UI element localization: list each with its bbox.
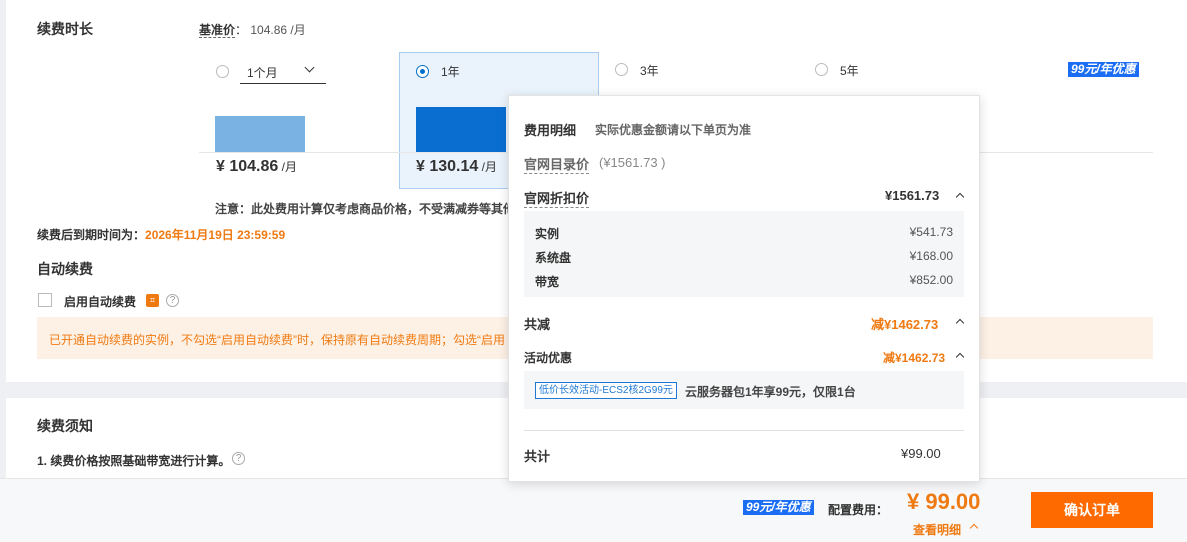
- option-5-years-label: 5年: [840, 64, 859, 78]
- renewal-notes-title: 续费须知: [37, 418, 93, 434]
- base-price: 基准价： 104.86 /月: [199, 21, 306, 38]
- renewal-note-item: 1. 续费价格按照基础带宽进行计算。: [37, 454, 231, 468]
- list-price-value: (¥1561.73 ): [599, 155, 666, 170]
- radio-5-years[interactable]: [815, 63, 828, 76]
- price-bar-1-year: [416, 107, 506, 152]
- expiry-label: 续费后到期时间为：: [37, 228, 146, 242]
- price-1-year-unit: /月: [478, 160, 497, 174]
- item-disk-value: ¥168.00: [909, 249, 953, 263]
- fee-detail-title: 费用明细: [524, 123, 577, 138]
- auto-renew-label: 启用自动续费: [64, 295, 137, 309]
- month-dropdown[interactable]: 1个月: [240, 60, 326, 84]
- item-instance-name: 实例: [535, 227, 560, 241]
- price-1-month-value: ¥ 104.86: [216, 158, 279, 175]
- total-reduce-label: 共减: [524, 317, 551, 332]
- base-price-value: 104.86 /月: [250, 23, 306, 37]
- footer-promo-badge: 99元/年优惠: [743, 500, 814, 515]
- price-1-month: ¥ 104.86 /月: [216, 158, 297, 176]
- option-3-years-label: 3年: [640, 64, 659, 78]
- discount-tag-icon: ⌗: [146, 294, 159, 307]
- auto-renew-notice-text: 已开通自动续费的实例，不勾选“启用自动续费”时，保持原有自动续费周期；勾选“启用: [49, 333, 505, 347]
- promo-badge: 99元/年优惠: [1068, 62, 1139, 77]
- activity-value: 减¥1462.73: [883, 351, 946, 365]
- price-1-month-unit: /月: [278, 160, 297, 174]
- activity-box: 低价长效活动-ECS2核2G99元 云服务器包1年享99元，仅限1台: [524, 371, 964, 409]
- chevron-up-icon[interactable]: [955, 192, 965, 202]
- activity-tag: 低价长效活动-ECS2核2G99元: [535, 382, 677, 399]
- price-note: 注意：此处费用计算仅考虑商品价格，不受满减券等其他: [215, 202, 516, 216]
- chevron-down-icon: [304, 62, 315, 73]
- total-reduce-value: 减¥1462.73: [871, 317, 939, 332]
- discount-price-value: ¥1561.73: [885, 188, 940, 203]
- base-price-label: 基准价: [199, 23, 236, 38]
- activity-desc: 云服务器包1年享99元，仅限1台: [685, 385, 856, 399]
- view-detail-link[interactable]: 查看明细: [913, 521, 961, 538]
- discount-price-label: 官网折扣价: [524, 188, 590, 208]
- item-bandwidth-value: ¥852.00: [909, 273, 953, 287]
- auto-renew-title: 自动续费: [37, 261, 93, 277]
- price-bar-1-month: [215, 116, 305, 152]
- radio-3-years[interactable]: [615, 63, 628, 76]
- total-label: 共计: [524, 449, 551, 464]
- fee-label: 配置费用：: [828, 503, 889, 517]
- chevron-up-icon[interactable]: [955, 352, 965, 362]
- list-price-label: 官网目录价: [524, 154, 590, 174]
- question-icon[interactable]: ?: [232, 452, 245, 465]
- radio-1-year[interactable]: [416, 65, 429, 78]
- month-dropdown-value: 1个月: [247, 66, 278, 80]
- activity-label: 活动优惠: [524, 351, 573, 365]
- item-bandwidth-name: 带宽: [535, 275, 560, 289]
- expiry-value: 2026年11月19日 23:59:59: [145, 228, 286, 242]
- renewal-duration-title: 续费时长: [37, 21, 93, 37]
- fee-detail-popover: 费用明细 实际优惠金额请以下单页为准 官网目录价 (¥1561.73 ) 官网折…: [508, 95, 980, 482]
- item-instance-value: ¥541.73: [909, 225, 953, 239]
- order-footer: [0, 478, 1187, 542]
- price-1-year: ¥ 130.14 /月: [416, 158, 497, 176]
- chevron-up-icon[interactable]: [955, 318, 965, 328]
- confirm-order-button[interactable]: 确认订单: [1031, 492, 1153, 528]
- price-1-year-value: ¥ 130.14: [416, 158, 479, 175]
- total-value: ¥99.00: [901, 446, 941, 461]
- fee-value: ¥ 99.00: [907, 489, 981, 514]
- question-icon[interactable]: ?: [166, 294, 179, 307]
- radio-1-month[interactable]: [216, 65, 229, 78]
- divider: [524, 430, 964, 431]
- expiry-info: 续费后到期时间为：2026年11月19日 23:59:59: [37, 226, 285, 243]
- option-1-year-label: 1年: [441, 65, 460, 79]
- fee-detail-subtitle: 实际优惠金额请以下单页为准: [595, 123, 752, 137]
- price-items-box: 实例 ¥541.73 系统盘 ¥168.00 带宽 ¥852.00: [524, 211, 964, 297]
- item-disk-name: 系统盘: [535, 251, 572, 265]
- base-price-sep: ：: [235, 23, 248, 37]
- auto-renew-checkbox[interactable]: [38, 293, 52, 307]
